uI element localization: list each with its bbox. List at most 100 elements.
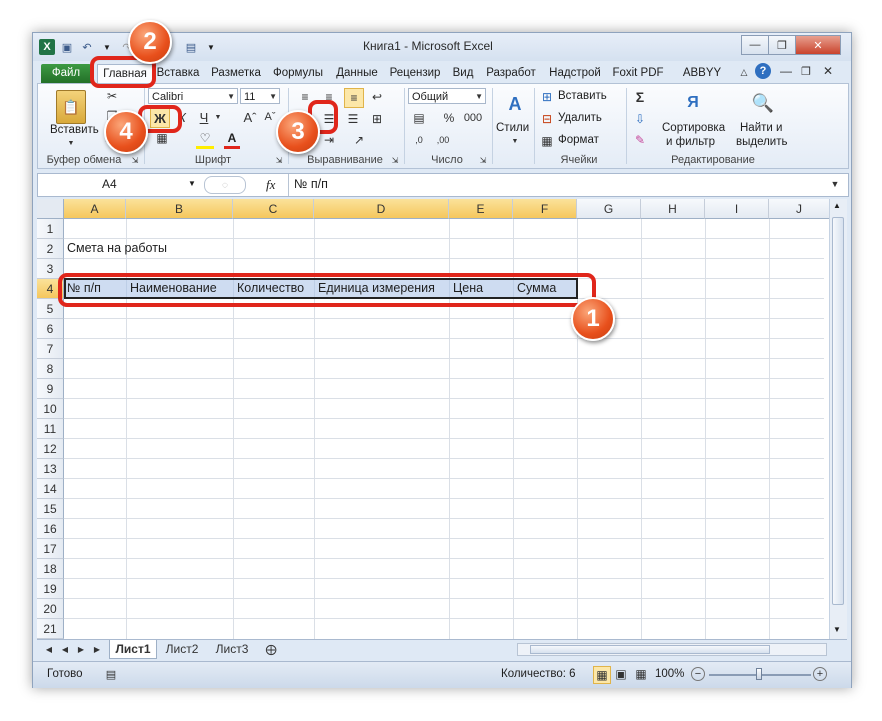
horizontal-scrollbar[interactable] <box>517 643 827 656</box>
underline-dropdown-icon[interactable]: ▼ <box>214 112 222 122</box>
last-sheet-icon[interactable]: ▶ <box>91 643 103 655</box>
alignment-launcher-icon[interactable]: ⇲ <box>390 155 400 165</box>
zoom-level[interactable]: 100% <box>655 668 684 680</box>
tab-view[interactable]: Вид <box>448 64 478 83</box>
collapse-ribbon-icon[interactable]: △ <box>737 65 751 79</box>
help-icon[interactable]: ? <box>755 63 771 79</box>
sort-filter-label-2[interactable]: и фильтр <box>666 136 715 148</box>
row-header-9[interactable]: 9 <box>37 379 64 399</box>
chevron-down-icon[interactable]: ▼ <box>188 179 196 188</box>
sheet-tab-3[interactable]: Лист3 <box>209 640 255 658</box>
column-header-c[interactable]: C <box>233 199 314 219</box>
row-header-2[interactable]: 2 <box>37 239 64 259</box>
tab-review[interactable]: Рецензир <box>386 64 444 83</box>
doc-close-icon[interactable]: ✕ <box>821 64 835 78</box>
first-sheet-icon[interactable]: ◀ <box>43 643 55 655</box>
macro-record-icon[interactable]: ▤ <box>103 667 119 681</box>
styles-dropdown-icon[interactable]: ▼ <box>510 136 520 146</box>
tab-abbyy-pdf[interactable]: ABBYY PDF <box>671 64 733 98</box>
row-header-8[interactable]: 8 <box>37 359 64 379</box>
zoom-out-icon[interactable]: − <box>691 667 705 681</box>
scroll-up-icon[interactable]: ▲ <box>833 201 841 210</box>
autosum-icon[interactable]: Σ <box>632 88 648 106</box>
font-name-combo[interactable]: Calibri ▼ <box>148 88 238 104</box>
grow-font-icon[interactable]: Aˆ <box>242 108 258 126</box>
insert-sheet-icon[interactable]: ⨁ <box>263 642 279 656</box>
column-header-i[interactable]: I <box>705 199 769 219</box>
row-header-14[interactable]: 14 <box>37 479 64 499</box>
fill-color-icon[interactable]: ♡ <box>196 130 214 149</box>
font-size-combo[interactable]: 11 ▼ <box>240 88 280 104</box>
paste-icon[interactable]: 📋 <box>56 90 86 124</box>
tab-page-layout[interactable]: Разметка <box>207 64 265 83</box>
column-header-g[interactable]: G <box>577 199 641 219</box>
insert-cells-label[interactable]: Вставить <box>558 90 607 102</box>
sheet-tab-2[interactable]: Лист2 <box>159 640 205 658</box>
number-format-combo[interactable]: Общий ▼ <box>408 88 486 104</box>
row-header-12[interactable]: 12 <box>37 439 64 459</box>
restore-icon[interactable]: ❐ <box>768 35 796 55</box>
zoom-slider-thumb[interactable] <box>756 668 762 680</box>
paste-button-label[interactable]: Вставить <box>50 124 99 136</box>
prev-sheet-icon[interactable]: ◀ <box>59 643 71 655</box>
row-header-20[interactable]: 20 <box>37 599 64 619</box>
align-right-icon[interactable]: ☰ <box>344 110 362 128</box>
name-box[interactable]: A4 ▼ <box>42 176 198 192</box>
find-select-label-1[interactable]: Найти и <box>740 122 782 134</box>
row-header-18[interactable]: 18 <box>37 559 64 579</box>
dropdown-icon[interactable]: ▼ <box>99 39 115 55</box>
orientation-icon[interactable]: ↗ <box>350 132 368 148</box>
formula-bar-handle-icon[interactable]: ◌ <box>204 176 246 194</box>
select-all-corner[interactable] <box>37 199 64 219</box>
find-select-label-2[interactable]: выделить <box>736 136 788 148</box>
row-header-6[interactable]: 6 <box>37 319 64 339</box>
page-layout-view-icon[interactable]: ▣ <box>613 666 629 682</box>
page-break-view-icon[interactable]: ▦ <box>633 666 649 682</box>
row-header-15[interactable]: 15 <box>37 499 64 519</box>
styles-button-label[interactable]: Стили <box>496 122 529 134</box>
sort-filter-label-1[interactable]: Сортировка <box>662 122 725 134</box>
tab-developer[interactable]: Разработ <box>481 64 541 83</box>
increase-decimal-icon[interactable]: ,0 <box>410 132 428 148</box>
cell-a2[interactable]: Смета на работы <box>67 241 167 255</box>
zoom-in-icon[interactable]: + <box>813 667 827 681</box>
tab-formulas[interactable]: Формулы <box>269 64 327 83</box>
underline-button[interactable]: Ч <box>196 108 212 126</box>
paste-dropdown-icon[interactable]: ▼ <box>66 138 76 148</box>
row-header-10[interactable]: 10 <box>37 399 64 419</box>
tab-foxit-pdf[interactable]: Foxit PDF <box>609 64 667 83</box>
row-header-21[interactable]: 21 <box>37 619 64 639</box>
column-header-h[interactable]: H <box>641 199 705 219</box>
styles-icon[interactable]: A <box>502 90 528 118</box>
insert-function-button[interactable]: fx <box>266 177 275 193</box>
close-icon[interactable]: ✕ <box>795 35 841 55</box>
row-header-13[interactable]: 13 <box>37 459 64 479</box>
shrink-font-icon[interactable]: Aˇ <box>262 108 278 126</box>
column-header-j[interactable]: J <box>769 199 830 219</box>
tab-addins[interactable]: Надстрой <box>545 64 605 83</box>
find-select-icon[interactable]: 🔍 <box>748 88 778 118</box>
scroll-thumb[interactable] <box>832 217 844 605</box>
row-header-19[interactable]: 19 <box>37 579 64 599</box>
form-icon[interactable]: ▤ <box>183 39 199 55</box>
thousands-button[interactable]: 000 <box>462 110 484 126</box>
normal-view-icon[interactable]: ▦ <box>593 666 611 684</box>
fill-icon[interactable]: ⇩ <box>632 110 648 128</box>
save-icon[interactable]: ▣ <box>59 39 75 55</box>
font-launcher-icon[interactable]: ⇲ <box>274 155 284 165</box>
column-header-a[interactable]: A <box>64 199 126 219</box>
formula-content[interactable]: № п/п <box>294 177 328 191</box>
insert-cells-icon[interactable]: ⊞ <box>540 90 554 104</box>
clear-icon[interactable]: ✎ <box>632 132 648 148</box>
column-header-e[interactable]: E <box>449 199 513 219</box>
row-header-11[interactable]: 11 <box>37 419 64 439</box>
vertical-scrollbar[interactable]: ▲ ▼ <box>829 199 847 639</box>
font-color-icon[interactable]: A <box>224 130 240 149</box>
worksheet-grid[interactable]: A B C D E F G H I J 1 2 3 4 5 6 7 8 9 10… <box>37 199 847 639</box>
sheet-tab-1[interactable]: Лист1 <box>109 640 157 659</box>
cut-icon[interactable]: ✂ <box>104 88 120 104</box>
row-header-1[interactable]: 1 <box>37 219 64 239</box>
align-bottom-icon[interactable]: ≡ <box>344 88 364 108</box>
currency-icon[interactable]: ▤ <box>410 110 428 126</box>
column-header-f[interactable]: F <box>513 199 577 219</box>
